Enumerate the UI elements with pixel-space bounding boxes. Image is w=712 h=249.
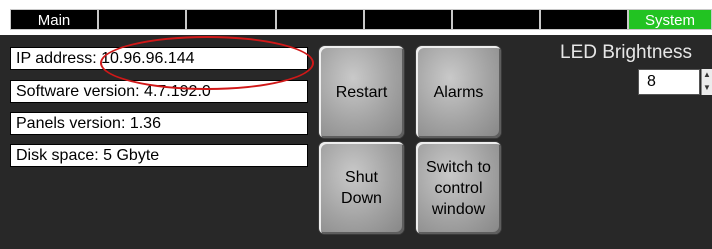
software-version-field: Software version: 4.7.192.0 bbox=[10, 80, 308, 103]
tab-empty-6[interactable] bbox=[540, 9, 628, 30]
disk-space-field: Disk space: 5 Gbyte bbox=[10, 144, 308, 167]
led-brightness-stepper[interactable]: ▲ ▼ bbox=[701, 69, 712, 95]
led-brightness-label: LED Brightness bbox=[560, 42, 693, 63]
panels-version-field: Panels version: 1.36 bbox=[10, 112, 308, 135]
tab-empty-3[interactable] bbox=[276, 9, 364, 30]
shut-down-button[interactable]: Shut Down bbox=[319, 142, 404, 234]
led-brightness-input[interactable]: 8 bbox=[638, 69, 700, 95]
restart-button[interactable]: Restart bbox=[319, 46, 404, 138]
alarms-button[interactable]: Alarms bbox=[416, 46, 501, 138]
ip-address-field: IP address: 10.96.96.144 bbox=[10, 47, 308, 70]
tab-empty-2[interactable] bbox=[186, 9, 276, 30]
tab-empty-1[interactable] bbox=[98, 9, 186, 30]
stepper-up-icon[interactable]: ▲ bbox=[703, 71, 711, 79]
stepper-down-icon[interactable]: ▼ bbox=[703, 84, 711, 92]
tab-system[interactable]: System bbox=[628, 9, 712, 30]
tab-empty-5[interactable] bbox=[452, 9, 540, 30]
tab-bar: Main System bbox=[0, 0, 712, 35]
switch-to-control-window-button[interactable]: Switch to control window bbox=[416, 142, 501, 234]
tab-empty-4[interactable] bbox=[364, 9, 452, 30]
tab-main[interactable]: Main bbox=[10, 9, 98, 30]
